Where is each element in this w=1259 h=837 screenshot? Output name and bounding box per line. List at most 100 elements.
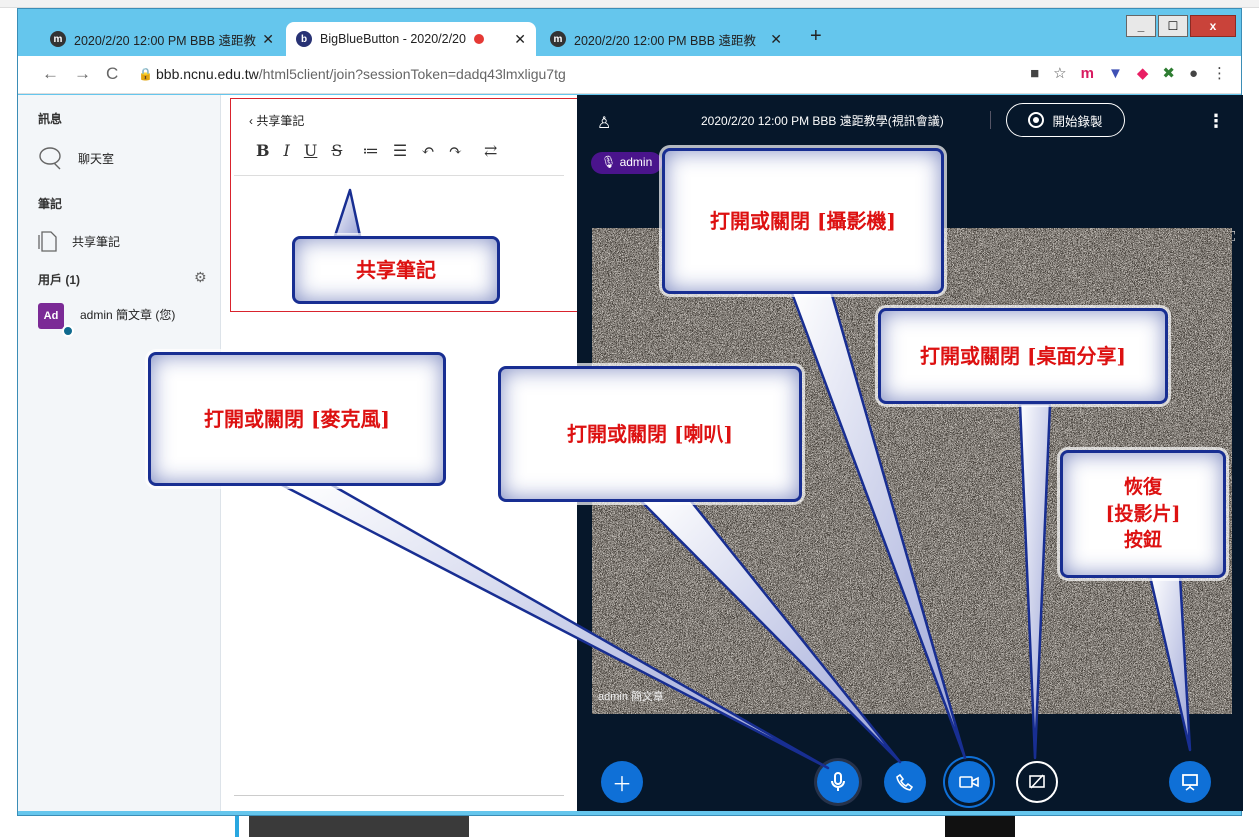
meeting-title: 2020/2/20 12:00 PM BBB 遠距教學(視訊會議) bbox=[701, 114, 944, 128]
url-field[interactable]: bbb.ncnu.edu.tw/html5client/join?session… bbox=[156, 66, 566, 82]
screen-share-off-icon bbox=[1029, 774, 1045, 789]
redo-button[interactable]: ↷ bbox=[449, 141, 462, 160]
tab-2-label: BigBlueButton - 2020/2/20 bbox=[320, 32, 466, 46]
url-host: bbb.ncnu.edu.tw bbox=[156, 66, 259, 82]
bullet-list-button[interactable]: ☰ bbox=[393, 141, 407, 160]
record-icon bbox=[1028, 112, 1045, 128]
m-icon: m bbox=[550, 31, 566, 47]
profile-icon[interactable]: ● bbox=[1189, 65, 1198, 82]
m-icon: m bbox=[50, 31, 66, 47]
tab-2[interactable]: b BigBlueButton - 2020/2/20 ✕ bbox=[286, 22, 536, 56]
callout-screen-share: 打開或關閉 [桌面分享] bbox=[878, 308, 1168, 404]
callout-camera: 打開或關閉 [攝影機] bbox=[662, 148, 944, 294]
tab-1[interactable]: m 2020/2/20 12:00 PM BBB 遠距教 ✕ bbox=[40, 22, 284, 56]
users-header: 用戶 (1) bbox=[38, 273, 81, 287]
extension-badge-icon[interactable]: ◆ bbox=[1137, 64, 1149, 82]
microphone-icon bbox=[831, 772, 845, 791]
background-dark-area-right bbox=[945, 816, 1015, 837]
record-button[interactable]: 開始錄製 bbox=[1006, 103, 1125, 137]
lock-icon: 🔒 bbox=[138, 67, 153, 81]
notes-bottom-divider bbox=[234, 795, 564, 796]
microphone-button[interactable] bbox=[817, 761, 859, 803]
window-controls: _ ☐ x bbox=[1126, 15, 1236, 37]
url-path: /html5client/join?sessionToken=dadq43lmx… bbox=[258, 66, 566, 82]
undo-button[interactable]: ↶ bbox=[421, 141, 434, 160]
import-export-button[interactable]: ⇄ bbox=[484, 141, 497, 160]
tab-strip: m 2020/2/20 12:00 PM BBB 遠距教 ✕ b BigBlue… bbox=[18, 9, 1241, 63]
messages-header: 訊息 bbox=[38, 112, 63, 126]
desktop-strip bbox=[0, 0, 1259, 8]
camera-button[interactable] bbox=[948, 761, 990, 803]
toolbar-divider bbox=[234, 175, 564, 176]
extensions: ■ ☆ m ▼ ◆ ✖ ● ⋮ bbox=[1030, 64, 1227, 83]
screen: m 2020/2/20 12:00 PM BBB 遠距教 ✕ b BigBlue… bbox=[0, 0, 1259, 837]
settings-gear-icon[interactable]: ⚙ bbox=[194, 269, 207, 286]
callout-restore-line2: [投影片] bbox=[1105, 502, 1181, 525]
notes-title[interactable]: ‹ 共享筆記 bbox=[249, 112, 304, 129]
presence-badge-icon bbox=[62, 325, 74, 337]
tab-1-label: 2020/2/20 12:00 PM BBB 遠距教 bbox=[74, 33, 257, 48]
video-name-label: admin 簡文章 bbox=[598, 691, 665, 703]
ordered-list-button[interactable]: ≔ bbox=[362, 141, 379, 160]
shared-notes-item[interactable]: 共享筆記 bbox=[38, 229, 120, 253]
tab-3[interactable]: m 2020/2/20 12:00 PM BBB 遠距教 ✕ bbox=[540, 22, 792, 56]
new-tab-button[interactable]: + bbox=[810, 25, 822, 48]
actions-plus-button[interactable]: ＋ bbox=[601, 761, 643, 803]
bookmark-star-icon[interactable]: ☆ bbox=[1053, 64, 1066, 82]
callout-restore-line3: 按鈕 bbox=[1123, 529, 1162, 552]
camera-indicator-icon[interactable]: ■ bbox=[1030, 65, 1039, 82]
callout-shared-notes: 共享筆記 bbox=[292, 236, 500, 304]
address-bar: ← → C 🔒 bbb.ncnu.edu.tw/html5client/join… bbox=[18, 56, 1241, 94]
background-window-strip bbox=[235, 816, 1015, 837]
back-icon[interactable]: ← bbox=[42, 64, 59, 84]
user-name: admin 簡文章 (您) bbox=[80, 307, 176, 322]
chat-item[interactable]: 聊天室 bbox=[38, 145, 114, 171]
user-item[interactable]: Ad admin 簡文章 (您) bbox=[38, 299, 176, 337]
file-icon bbox=[38, 231, 57, 252]
extension-x-icon[interactable]: ✖ bbox=[1162, 64, 1175, 82]
tab-1-close-icon[interactable]: ✕ bbox=[256, 31, 274, 48]
minimize-button[interactable]: _ bbox=[1126, 15, 1156, 37]
tab-3-label: 2020/2/20 12:00 PM BBB 遠距教 bbox=[574, 33, 757, 48]
italic-button[interactable]: I bbox=[284, 141, 290, 160]
callout-speaker: 打開或關閉 [喇叭] bbox=[498, 366, 802, 502]
options-menu-icon[interactable]: ⋮ bbox=[1207, 111, 1225, 132]
close-window-button[interactable]: x bbox=[1190, 15, 1236, 37]
strikethrough-button[interactable]: S bbox=[331, 141, 342, 160]
recording-dot-icon bbox=[473, 34, 484, 44]
avatar: Ad bbox=[38, 299, 74, 337]
talking-indicator: 🎙 admin bbox=[591, 152, 663, 174]
title-divider bbox=[990, 111, 991, 129]
chat-label: 聊天室 bbox=[78, 151, 115, 166]
notes-header: 筆記 bbox=[38, 197, 63, 211]
presentation-icon bbox=[1182, 774, 1198, 791]
m-extension-icon[interactable]: m bbox=[1081, 65, 1094, 82]
screen-share-button[interactable] bbox=[1016, 761, 1058, 803]
underline-button[interactable]: U bbox=[304, 141, 317, 160]
background-dark-area bbox=[249, 816, 469, 837]
audio-phone-button[interactable] bbox=[884, 761, 926, 803]
menu-icon[interactable]: ⋮ bbox=[1212, 64, 1227, 82]
user-list-toggle-icon[interactable]: ♙ bbox=[597, 113, 611, 133]
callout-restore-presentation: 恢復 [投影片] 按鈕 bbox=[1060, 450, 1226, 578]
bold-button[interactable]: B bbox=[256, 141, 270, 160]
tab-2-close-icon[interactable]: ✕ bbox=[508, 31, 526, 48]
restore-presentation-button[interactable] bbox=[1169, 761, 1211, 803]
maximize-button[interactable]: ☐ bbox=[1158, 15, 1188, 37]
forward-icon[interactable]: → bbox=[74, 64, 91, 84]
notes-toolbar: B I U S ≔ ☰ ↶ ↷ ⇄ bbox=[256, 141, 497, 160]
notes-title-text: 共享筆記 bbox=[256, 114, 305, 128]
record-label: 開始錄製 bbox=[1052, 114, 1103, 129]
callout-microphone: 打開或關閉 [麥克風] bbox=[148, 352, 446, 486]
shared-notes-label: 共享筆記 bbox=[72, 234, 121, 249]
phone-icon bbox=[896, 773, 914, 791]
talker-name: admin bbox=[619, 155, 653, 169]
video-camera-icon bbox=[959, 776, 979, 788]
chat-icon bbox=[39, 147, 61, 170]
extension-icon[interactable]: ▼ bbox=[1108, 65, 1123, 82]
callout-restore-line1: 恢復 bbox=[1123, 476, 1162, 499]
bbb-icon: b bbox=[296, 31, 312, 47]
tab-3-close-icon[interactable]: ✕ bbox=[764, 31, 782, 48]
reload-icon[interactable]: C bbox=[106, 64, 118, 84]
avatar-initials: Ad bbox=[38, 303, 64, 329]
